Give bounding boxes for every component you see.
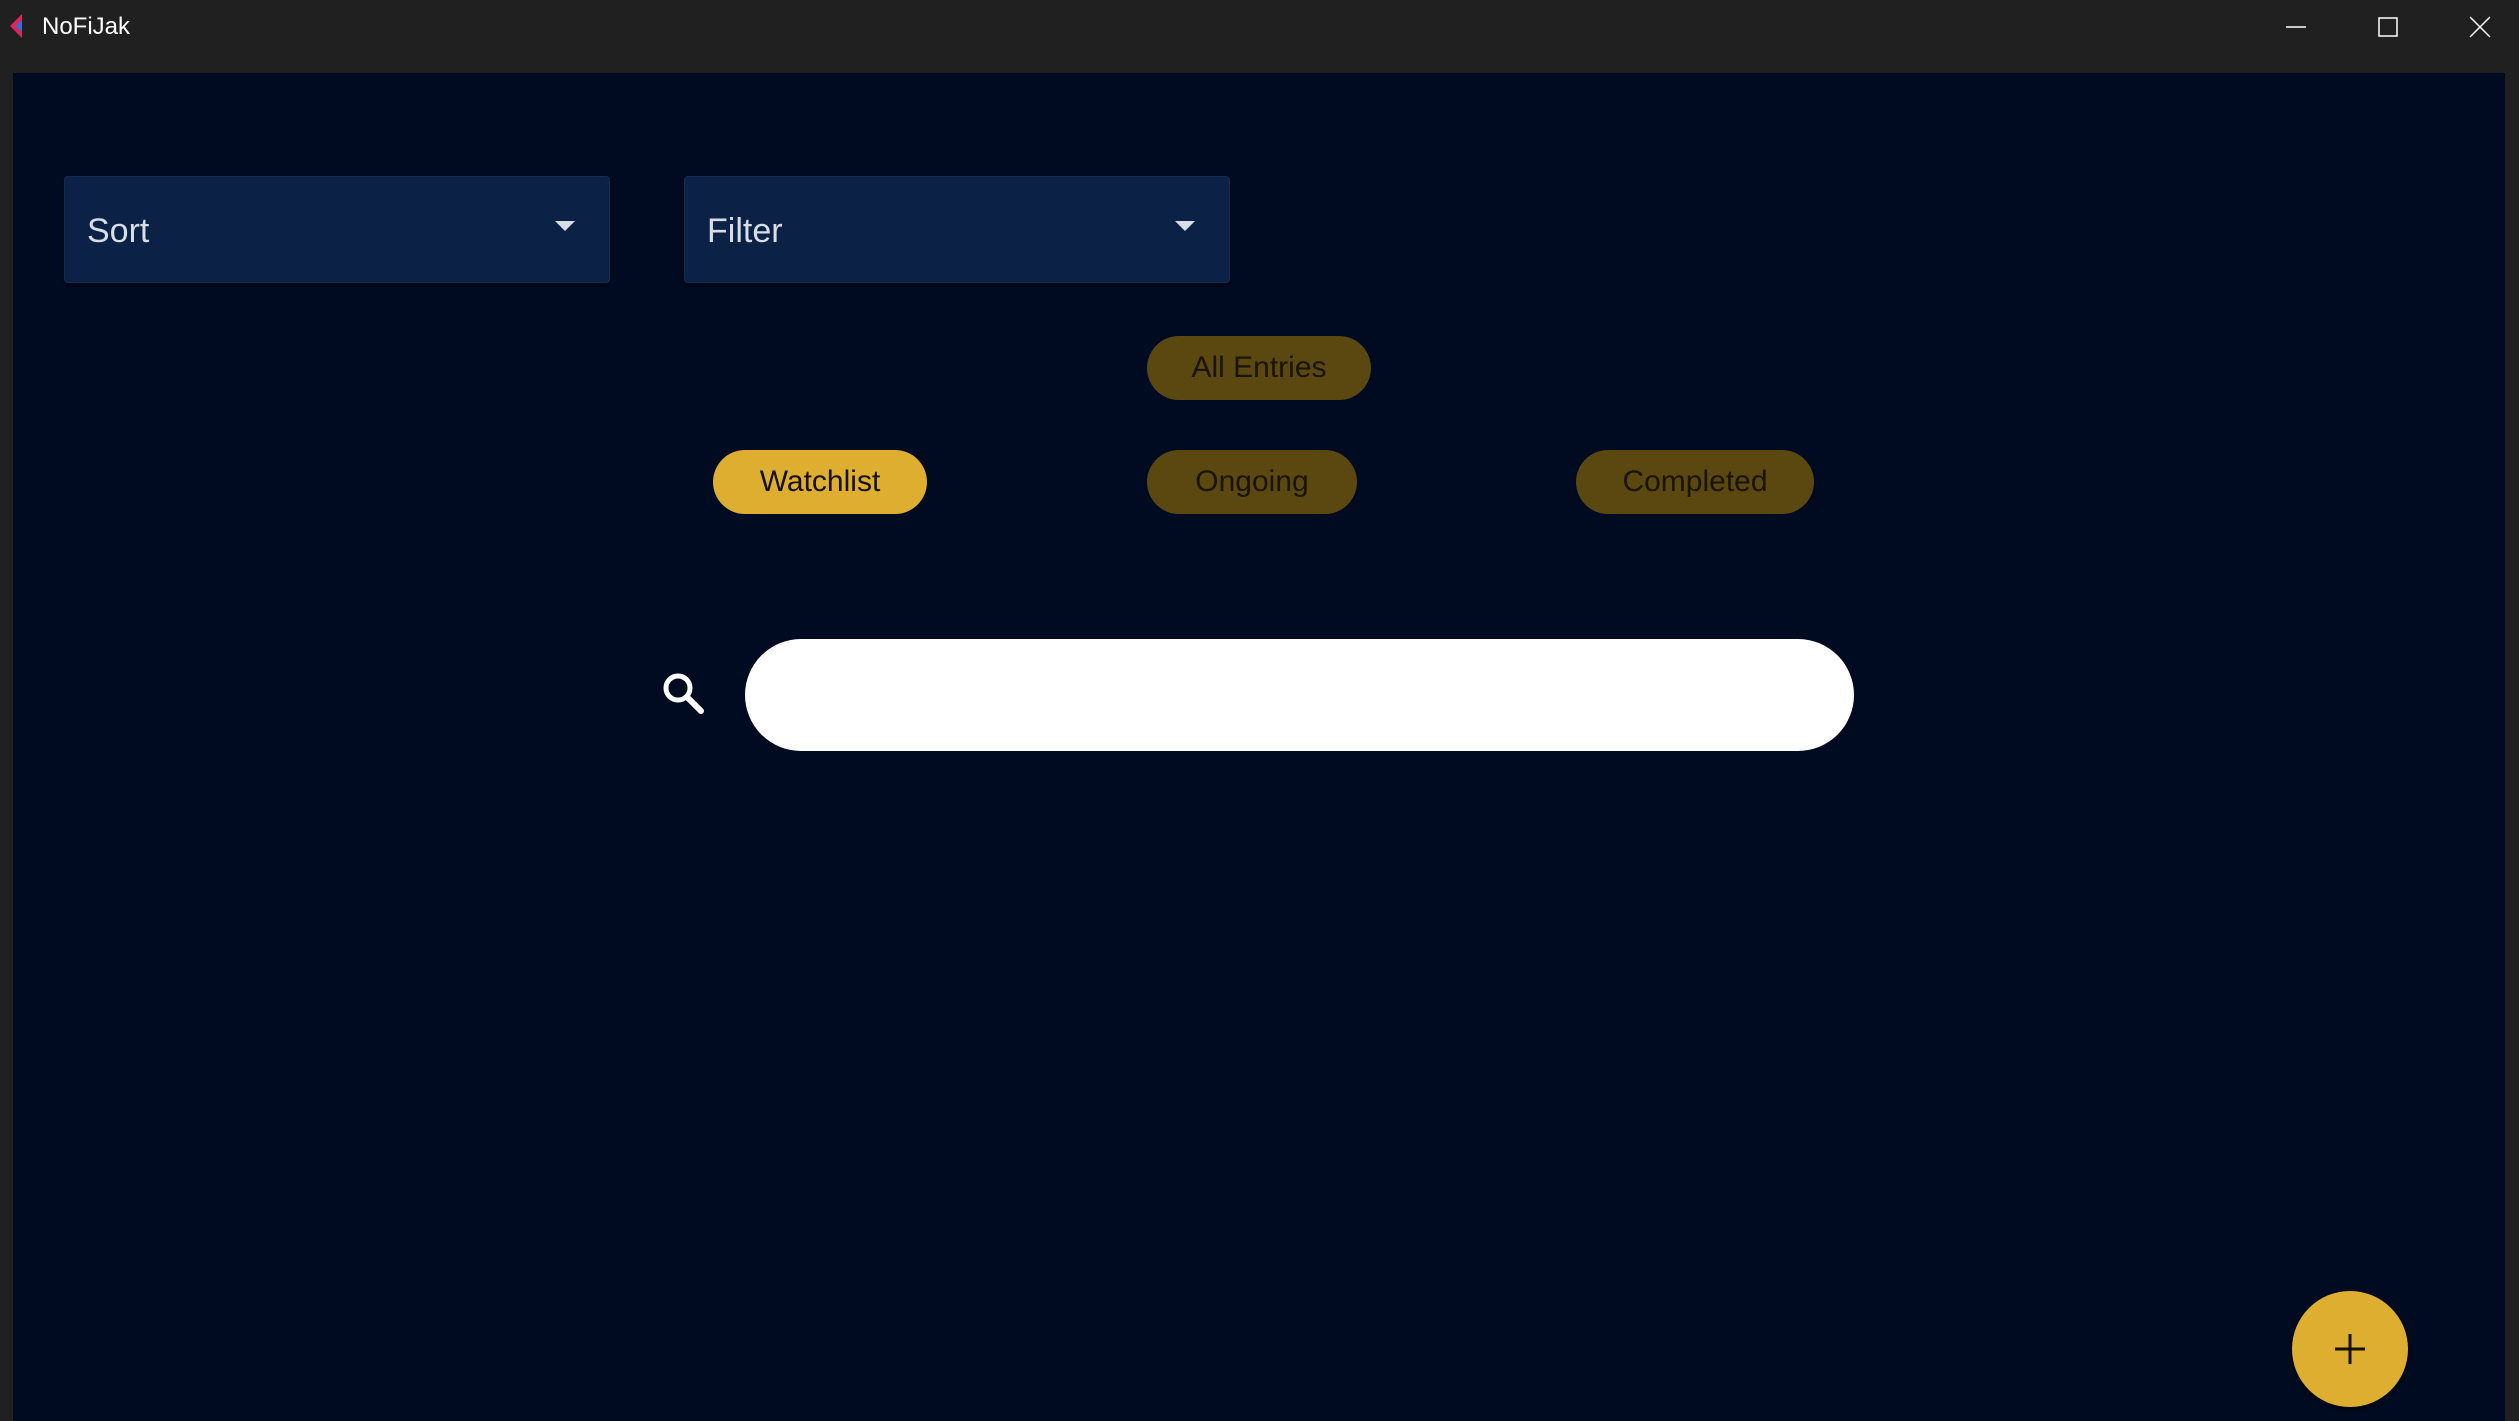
minimize-button[interactable] (2250, 0, 2342, 54)
add-entry-button[interactable] (2292, 1291, 2408, 1407)
chevron-down-icon (555, 221, 575, 231)
window-title: NoFiJak (42, 13, 131, 40)
watchlist-chip[interactable]: Watchlist (713, 450, 927, 514)
filter-dropdown[interactable]: Filter (684, 176, 1230, 283)
plus-icon (2335, 1334, 2365, 1364)
sort-dropdown[interactable]: Sort (64, 176, 610, 283)
completed-chip[interactable]: Completed (1576, 450, 1814, 514)
app-logo-icon (10, 14, 22, 38)
search-input[interactable] (745, 639, 1854, 751)
maximize-button[interactable] (2342, 0, 2434, 54)
minimize-icon (2286, 26, 2306, 28)
close-icon (2469, 16, 2491, 38)
all-entries-chip[interactable]: All Entries (1147, 336, 1371, 400)
title-bar: NoFiJak (0, 0, 2519, 54)
maximize-icon (2378, 17, 2398, 37)
main-content: Sort Filter All Entries Watchlist Ongoin… (13, 73, 2505, 1421)
ongoing-chip[interactable]: Ongoing (1147, 450, 1357, 514)
filter-dropdown-label: Filter (707, 212, 783, 250)
search-icon (663, 673, 704, 714)
close-button[interactable] (2434, 0, 2519, 54)
sort-dropdown-label: Sort (87, 212, 150, 250)
chevron-down-icon (1175, 221, 1195, 231)
